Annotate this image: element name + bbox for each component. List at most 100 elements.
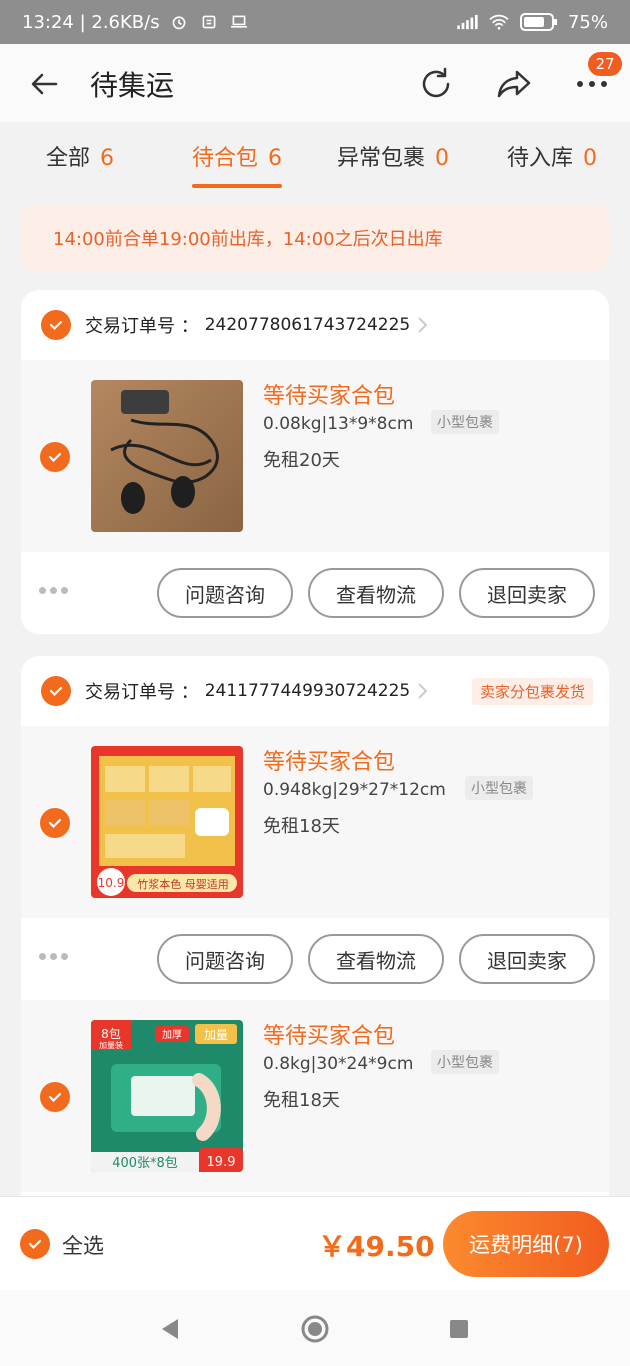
order-header: 交易订单号 ： 2411777449930724225 卖家分包裹发货 — [21, 656, 609, 726]
nav-home-icon[interactable] — [300, 1314, 330, 1344]
rent-free-days: 免租18天 — [263, 1090, 340, 1111]
nav-back-icon[interactable] — [156, 1314, 186, 1344]
order-label: 交易订单号 ： — [85, 682, 199, 703]
logistics-button[interactable]: 查看物流 — [308, 568, 444, 618]
page-title: 待集运 — [90, 69, 175, 102]
consult-button[interactable]: 问题咨询 — [157, 568, 293, 618]
app-header: 待集运 — [0, 44, 630, 122]
tab-bar: 全部 6 待合包 6 异常包裹 0 待入库 0 — [0, 122, 630, 196]
item-checkbox[interactable] — [40, 442, 70, 472]
package-item[interactable]: 8包 加量装 加厚 加量 400张*8包 19.9 等待买家合包 0.8kg|3… — [21, 1000, 609, 1192]
tab-label: 待合包 — [192, 146, 259, 171]
status-time: 13:24 | 2.6KB/s — [22, 11, 160, 33]
tab-count: 6 — [268, 146, 283, 171]
chevron-right-icon[interactable] — [416, 681, 430, 701]
size-tag: 小型包裹 — [465, 776, 533, 800]
package-spec: 0.08kg|13*9*8cm — [263, 414, 414, 434]
tab-count: 0 — [435, 146, 450, 171]
share-icon[interactable] — [496, 66, 532, 102]
order-card: 交易订单号 ： 2420778061743724225 等待买家合包 0.08k… — [21, 290, 609, 634]
check-icon — [49, 320, 63, 331]
signal-icon — [457, 14, 478, 30]
package-status: 等待买家合包 — [263, 750, 396, 775]
rent-free-days: 免租20天 — [263, 450, 340, 471]
tab-count: 0 — [583, 146, 598, 171]
promo-price: 10.9 — [98, 876, 125, 890]
size-tag: 小型包裹 — [431, 410, 499, 434]
item-checkbox[interactable] — [40, 1082, 70, 1112]
earphones-image — [91, 380, 243, 532]
tab-label: 待入库 — [507, 146, 574, 171]
tissue-box-image: 10.9 竹浆本色 母婴适用 — [91, 746, 243, 898]
consult-button[interactable]: 问题咨询 — [157, 934, 293, 984]
package-spec: 0.948kg|29*27*12cm — [263, 780, 446, 800]
return-seller-button[interactable]: 退回卖家 — [459, 934, 595, 984]
shipping-fee-detail-button[interactable]: 运费明细(7) — [443, 1211, 609, 1277]
promo-price: 19.9 — [207, 1155, 236, 1170]
tab-pending-warehouse[interactable]: 待入库 0 — [507, 140, 597, 172]
select-all-checkbox[interactable] — [20, 1229, 50, 1259]
wifi-icon — [489, 14, 509, 30]
package-status: 等待买家合包 — [263, 1024, 396, 1049]
product-image-tissue[interactable]: 10.9 竹浆本色 母婴适用 — [91, 746, 243, 898]
order-card: 交易订单号 ： 2411777449930724225 卖家分包裹发货 10.9… — [21, 656, 609, 1216]
alarm-icon — [172, 16, 186, 30]
active-tab-indicator — [192, 184, 282, 188]
total-price: ￥49.50 — [318, 1230, 435, 1263]
promo-bottom-text: 400张*8包 — [112, 1156, 178, 1171]
package-spec: 0.8kg|30*24*9cm — [263, 1054, 414, 1074]
status-bar: 13:24 | 2.6KB/s 75% — [0, 0, 630, 44]
nav-recents-icon[interactable] — [444, 1314, 474, 1344]
check-icon — [49, 686, 63, 697]
shipping-notice: 14:00前合单19:00前出库，14:00之后次日出库 — [21, 205, 609, 271]
checkout-bar: 全选 ￥49.50 运费明细(7) — [0, 1196, 630, 1290]
seller-split-tag: 卖家分包裹发货 — [471, 678, 593, 705]
promo-pack-count: 8包 — [101, 1027, 121, 1041]
tab-exception[interactable]: 异常包裹 0 — [337, 140, 449, 172]
action-row: 问题咨询 查看物流 退回卖家 — [21, 918, 609, 1000]
sim-icon — [202, 15, 216, 29]
system-nav-bar — [0, 1290, 630, 1366]
check-icon — [48, 1092, 62, 1103]
back-arrow-icon[interactable] — [28, 68, 60, 100]
action-row: 问题咨询 查看物流 退回卖家 — [21, 552, 609, 634]
tab-label: 全部 — [46, 146, 91, 171]
laptop-icon — [230, 15, 247, 28]
package-item[interactable]: 10.9 竹浆本色 母婴适用 等待买家合包 0.948kg|29*27*12cm… — [21, 726, 609, 918]
tab-all[interactable]: 全部 6 — [46, 140, 114, 172]
promo-more-label: 加量 — [204, 1028, 228, 1042]
item-checkbox[interactable] — [40, 808, 70, 838]
check-icon — [48, 818, 62, 829]
tab-count: 6 — [100, 146, 115, 171]
order-number[interactable]: 2411777449930724225 — [205, 681, 411, 701]
product-image-tissue-pack[interactable]: 8包 加量装 加厚 加量 400张*8包 19.9 — [91, 1020, 243, 1172]
refresh-icon[interactable] — [418, 66, 454, 102]
order-checkbox[interactable] — [41, 310, 71, 340]
order-header: 交易订单号 ： 2420778061743724225 — [21, 290, 609, 360]
return-seller-button[interactable]: 退回卖家 — [459, 568, 595, 618]
notification-badge: 27 — [586, 50, 624, 78]
battery-icon — [519, 13, 557, 31]
logistics-button[interactable]: 查看物流 — [308, 934, 444, 984]
rent-free-days: 免租18天 — [263, 816, 340, 837]
order-checkbox[interactable] — [41, 676, 71, 706]
order-number[interactable]: 2420778061743724225 — [205, 315, 411, 335]
package-item[interactable]: 等待买家合包 0.08kg|13*9*8cm 小型包裹 免租20天 — [21, 360, 609, 552]
more-actions-icon[interactable] — [39, 584, 69, 596]
order-label: 交易订单号 ： — [85, 316, 199, 337]
tab-label: 异常包裹 — [337, 146, 426, 171]
check-icon — [28, 1239, 42, 1250]
promo-thick-label: 加厚 — [162, 1029, 182, 1041]
package-status: 等待买家合包 — [263, 384, 396, 409]
check-icon — [48, 452, 62, 463]
tab-pending-merge[interactable]: 待合包 6 — [192, 140, 282, 172]
product-image-earphones[interactable] — [91, 380, 243, 532]
select-all-label[interactable]: 全选 — [62, 1230, 104, 1260]
more-actions-icon[interactable] — [39, 950, 69, 962]
battery-level: 75% — [567, 11, 608, 33]
promo-caption: 竹浆本色 母婴适用 — [137, 877, 229, 891]
chevron-right-icon[interactable] — [416, 315, 430, 335]
size-tag: 小型包裹 — [431, 1050, 499, 1074]
tissue-pack-image: 8包 加量装 加厚 加量 400张*8包 19.9 — [91, 1020, 243, 1172]
promo-pack-label: 加量装 — [99, 1040, 123, 1050]
